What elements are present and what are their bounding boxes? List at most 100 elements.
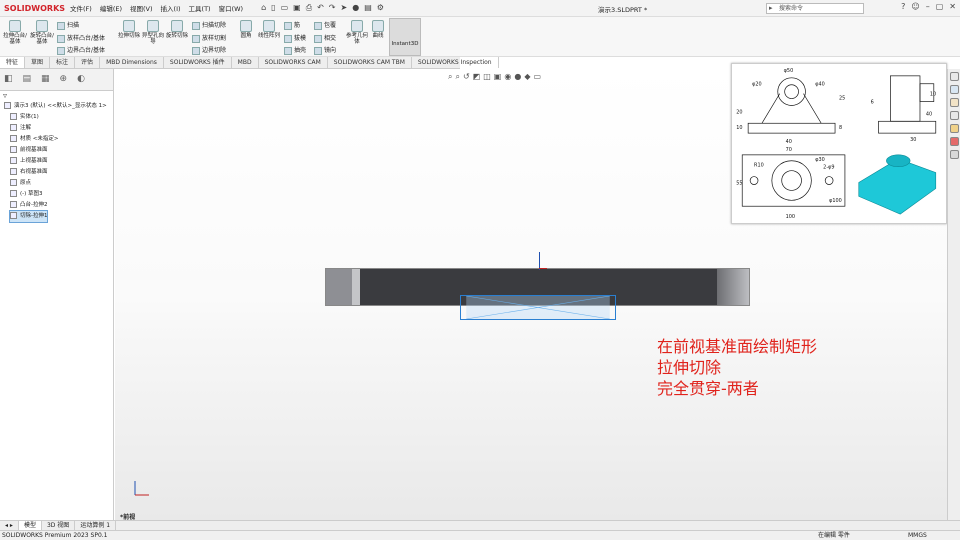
tree-item-origin[interactable]: 原点: [0, 178, 113, 189]
tree-root[interactable]: 演示3 (默认) <<默认>_显示状态 1>: [0, 101, 113, 112]
zoom-to-area-icon[interactable]: ⌕: [455, 72, 459, 82]
tab-sketch[interactable]: 草图: [25, 57, 51, 68]
boundary-cut-button[interactable]: 边界切除: [192, 45, 226, 55]
intersect-button[interactable]: 相交: [314, 33, 336, 43]
tree-item-annotations[interactable]: 注解: [0, 123, 113, 134]
extruded-cut-button[interactable]: 拉伸切除: [118, 20, 140, 39]
menu-tools[interactable]: 工具(T): [185, 3, 215, 13]
swept-cut-button[interactable]: 扫描切除: [192, 20, 226, 30]
search-input[interactable]: ▸ 搜索命令: [766, 3, 864, 14]
mirror-button[interactable]: 镜向: [314, 45, 336, 55]
filter-icon[interactable]: ▿: [0, 91, 113, 101]
appearance-icon[interactable]: ●: [514, 72, 521, 82]
display-style-icon[interactable]: ▣: [494, 72, 502, 82]
tab-cam[interactable]: SOLIDWORKS CAM: [259, 57, 328, 68]
rebuild-icon[interactable]: ●: [352, 3, 359, 13]
menu-insert[interactable]: 插入(I): [157, 3, 185, 13]
document-title: 演示3.SLDPRT *: [598, 6, 648, 14]
shell-button[interactable]: 抽壳: [284, 45, 306, 55]
print-icon[interactable]: ⎙: [306, 3, 312, 13]
tab-cam-tbm[interactable]: SOLIDWORKS CAM TBM: [328, 57, 412, 68]
hide-show-icon[interactable]: ◉: [504, 72, 511, 82]
menu-window[interactable]: 窗口(W): [215, 3, 248, 13]
extruded-boss-button[interactable]: 拉伸凸台/基体: [3, 20, 27, 45]
undo-icon[interactable]: ↶: [317, 3, 324, 13]
linear-pattern-button[interactable]: 线性阵列: [258, 20, 280, 39]
menu-file[interactable]: 文件(F): [66, 3, 96, 13]
boundary-boss-button[interactable]: 边界凸台/基体: [57, 45, 105, 55]
fillet-button[interactable]: 圆角: [236, 20, 256, 39]
previous-view-icon[interactable]: ↺: [463, 72, 470, 82]
tree-item-solid-bodies[interactable]: 实体(1): [0, 112, 113, 123]
property-manager-icon[interactable]: ▤: [23, 74, 32, 85]
revolved-cut-button[interactable]: 旋转切除: [166, 20, 188, 39]
save-icon[interactable]: ▣: [293, 3, 301, 13]
dim-label: φ50: [784, 68, 794, 74]
forum-icon[interactable]: [950, 150, 959, 159]
tab-motion-study[interactable]: 运动算例 1: [75, 521, 117, 530]
reference-geometry-button[interactable]: 参考几何体: [346, 20, 368, 45]
wrap-button[interactable]: 包覆: [314, 20, 336, 30]
options-icon[interactable]: ⚙: [377, 3, 384, 13]
tree-item-cut-extrude1[interactable]: 切除-拉伸1: [0, 210, 113, 223]
command-tabs: 特征 草图 标注 评估 MBD Dimensions SOLIDWORKS 插件…: [0, 57, 499, 69]
restore-icon[interactable]: ▢: [936, 2, 944, 11]
section-view-icon[interactable]: ◩: [473, 72, 481, 82]
zoom-to-fit-icon[interactable]: ⌕: [448, 72, 452, 82]
solidworks-logo[interactable]: SOLIDWORKS: [4, 4, 66, 13]
close-icon[interactable]: ✕: [949, 2, 956, 11]
feature-manager-icon[interactable]: ◧: [4, 74, 13, 85]
revolved-boss-button[interactable]: 旋转凸台/基体: [30, 20, 54, 45]
tab-features[interactable]: 特征: [0, 57, 26, 68]
tree-item-boss-extrude2[interactable]: 凸台-拉伸2: [0, 200, 113, 211]
select-icon[interactable]: ➤: [341, 3, 348, 13]
tree-item-sketch3[interactable]: (-) 草图3: [0, 189, 113, 200]
custom-properties-icon[interactable]: [950, 124, 959, 133]
user-icon[interactable]: ☺: [911, 2, 919, 11]
configuration-manager-icon[interactable]: ▦: [41, 74, 50, 85]
file-explorer-icon[interactable]: [950, 98, 959, 107]
units-selector[interactable]: MMGS: [908, 531, 927, 540]
tab-markup[interactable]: 标注: [50, 57, 76, 68]
rib-button[interactable]: 筋: [284, 20, 300, 30]
home-icon[interactable]: ⌂: [261, 3, 266, 13]
new-file-icon[interactable]: ▯: [271, 3, 275, 13]
design-library-icon[interactable]: [950, 85, 959, 94]
tree-item-material[interactable]: 材质 <未指定>: [0, 134, 113, 145]
tab-scroll-arrows[interactable]: ◂ ▸: [0, 521, 19, 530]
tree-item-top-plane[interactable]: 上视基准面: [0, 156, 113, 167]
curves-button[interactable]: 曲线: [369, 20, 387, 39]
minimize-icon[interactable]: –: [926, 2, 930, 11]
dimxpert-icon[interactable]: ⊕: [60, 74, 68, 85]
solidworks-resources-icon[interactable]: [950, 72, 959, 81]
instant3d-button[interactable]: Instant3D: [389, 18, 421, 56]
menu-edit[interactable]: 编辑(E): [96, 3, 126, 13]
display-manager-icon[interactable]: ◐: [77, 74, 85, 85]
tab-inspection[interactable]: SOLIDWORKS Inspection: [412, 57, 499, 68]
view-orientation-icon[interactable]: ◫: [483, 72, 491, 82]
help-icon[interactable]: ?: [901, 2, 905, 11]
sweep-button[interactable]: 扫描: [57, 20, 79, 30]
tab-add-ins[interactable]: SOLIDWORKS 插件: [164, 57, 232, 68]
menu-view[interactable]: 视图(V): [126, 3, 157, 13]
tab-evaluate[interactable]: 评估: [75, 57, 101, 68]
view-palette-icon[interactable]: [950, 111, 959, 120]
tab-3d-views[interactable]: 3D 视图: [42, 521, 76, 530]
tab-mbd[interactable]: MBD: [232, 57, 259, 68]
tab-model[interactable]: 模型: [18, 521, 42, 530]
scene-icon[interactable]: ◆: [524, 72, 530, 82]
hole-wizard-button[interactable]: 异型孔向导: [142, 20, 164, 45]
draft-button[interactable]: 拔模: [284, 33, 306, 43]
file-properties-icon[interactable]: ▤: [364, 3, 372, 13]
top-view-boss: [771, 160, 812, 201]
redo-icon[interactable]: ↷: [329, 3, 336, 13]
loft-button[interactable]: 放样凸台/基体: [57, 33, 105, 43]
view-settings-icon[interactable]: ▭: [533, 72, 541, 82]
tab-mbd-dimensions[interactable]: MBD Dimensions: [100, 57, 164, 68]
tree-item-front-plane[interactable]: 前视基准面: [0, 145, 113, 156]
appearances-icon[interactable]: [950, 137, 959, 146]
open-file-icon[interactable]: ▭: [281, 3, 289, 13]
sketch-rectangle[interactable]: [460, 295, 616, 320]
lofted-cut-button[interactable]: 放样切割: [192, 33, 226, 43]
tree-item-right-plane[interactable]: 右视基准面: [0, 167, 113, 178]
